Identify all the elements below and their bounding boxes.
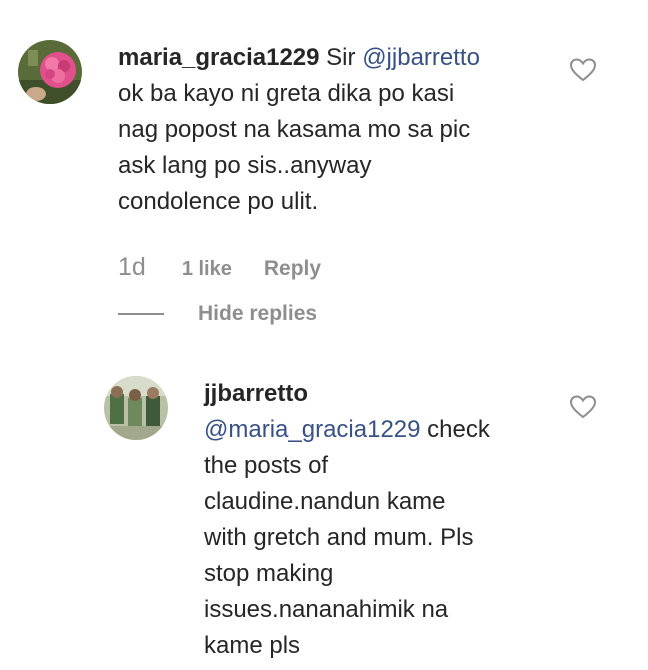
group-photo [104, 376, 168, 440]
comment-line: with gretch and mum. Pls [204, 524, 474, 551]
comment-text: maria_gracia1229 Sir @jjbarretto ok ba k… [118, 40, 548, 220]
comment-line: nag popost na kasama mo sa pic [118, 116, 471, 143]
comment-username[interactable]: jjbarretto [204, 380, 308, 407]
comment-line: issues.nananahimik na [204, 596, 449, 623]
comment-line: claudine.nandun kame [204, 488, 446, 515]
divider-line [118, 313, 164, 315]
comment-text: jjbarretto @maria_gracia1229 check the p… [204, 376, 564, 664]
comment-line: stop making [204, 560, 334, 587]
heart-outline-icon[interactable] [569, 395, 597, 419]
heart-outline-icon[interactable] [569, 58, 597, 82]
comment-line: the posts of [204, 452, 329, 479]
comment-line: ask lang po sis..anyway [118, 152, 372, 179]
pink-flower-photo [18, 40, 82, 104]
comment-meta: 1d 1 like Reply [118, 253, 321, 282]
reply-jjbarretto: jjbarretto @maria_gracia1229 check the p… [0, 340, 648, 670]
hide-replies-button[interactable]: Hide replies [118, 302, 317, 326]
avatar[interactable] [18, 40, 82, 104]
comment-line: condolence po ulit. [118, 188, 319, 215]
hide-replies-label: Hide replies [198, 302, 318, 325]
comment-line: ok ba kayo ni greta dika po kasi [118, 80, 455, 107]
mention-link[interactable]: @maria_gracia1229 [204, 416, 420, 443]
likes-count[interactable]: 1 like [182, 258, 232, 281]
comment-prefix: Sir [326, 44, 356, 71]
comment-username[interactable]: maria_gracia1229 [118, 44, 320, 71]
reply-button[interactable]: Reply [264, 257, 321, 281]
avatar[interactable] [104, 376, 168, 440]
mention-link[interactable]: @jjbarretto [362, 44, 480, 71]
comment-line: check [427, 416, 490, 443]
comment-timestamp: 1d [118, 253, 146, 281]
comment-maria: maria_gracia1229 Sir @jjbarretto ok ba k… [0, 0, 648, 340]
comment-line: kame pls [204, 632, 301, 659]
